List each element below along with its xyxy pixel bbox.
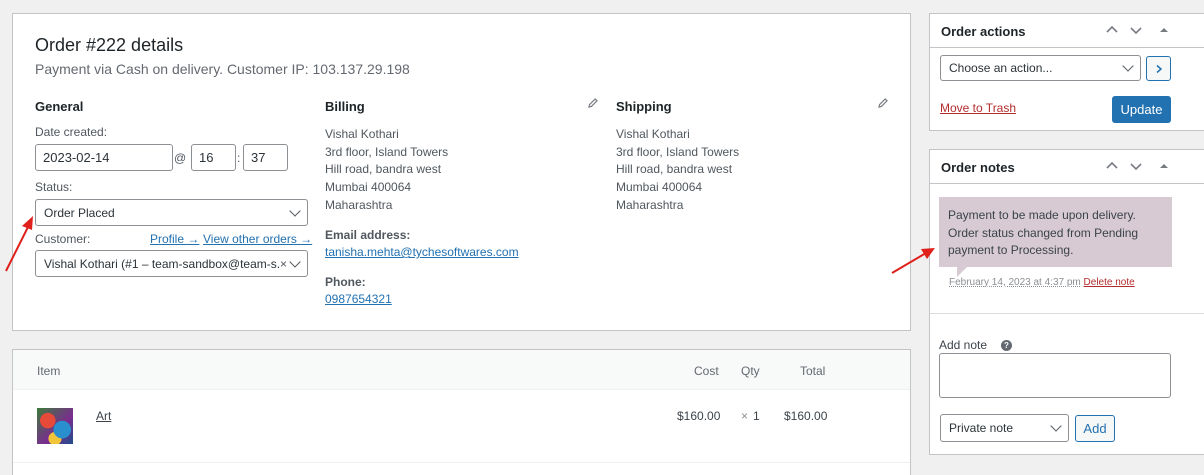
at-symbol: @ (174, 151, 187, 165)
chevron-down-icon (289, 204, 301, 217)
notes-divider (930, 313, 1204, 314)
view-other-orders-link[interactable]: View other orders → (203, 232, 312, 246)
annotation-arrow-icon (891, 248, 935, 274)
order-details-panel: Order #222 details Payment via Cash on d… (12, 13, 911, 331)
order-action-select-value: Choose an action... (949, 61, 1053, 75)
shipping-address: Vishal Kothari 3rd floor, Island Towers … (616, 126, 739, 215)
item-cost: $160.00 (677, 409, 721, 423)
note-meta: February 14, 2023 at 4:37 pm Delete note (949, 277, 1135, 288)
shipping-name: Vishal Kothari (616, 127, 690, 141)
status-select-value: Order Placed (44, 205, 115, 220)
item-thumbnail (37, 408, 73, 444)
update-button[interactable]: Update (1112, 96, 1171, 123)
cost-column-header: Cost (694, 364, 719, 378)
order-actions-box: Order actions Choose an action... Move t… (929, 13, 1204, 131)
order-notes-title: Order notes (941, 160, 1015, 175)
note-type-select[interactable]: Private note (940, 414, 1069, 442)
order-notes-box: Order notes Payment to be made upon deli… (929, 149, 1204, 455)
billing-line1: 3rd floor, Island Towers (325, 144, 449, 159)
order-actions-header: Order actions (930, 14, 1204, 48)
order-notes-header: Order notes (930, 150, 1204, 184)
move-up-icon[interactable] (1105, 159, 1119, 173)
move-up-icon[interactable] (1105, 23, 1119, 37)
shipping-heading: Shipping (616, 99, 672, 114)
note-date: February 14, 2023 at 4:37 pm (949, 277, 1081, 288)
billing-line2: Hill road, bandra west (325, 162, 442, 177)
shipping-line2: Hill road, bandra west (616, 162, 733, 177)
shipping-state: Maharashtra (616, 197, 684, 212)
apply-action-button[interactable] (1146, 56, 1171, 81)
billing-phone-link[interactable]: 0987654321 (325, 292, 392, 306)
total-column-header: Total (800, 364, 826, 378)
customer-label: Customer: (35, 232, 91, 246)
customer-select-value: Vishal Kothari (#1 – team-sandbox@team-s… (44, 256, 280, 271)
hour-input[interactable]: 16 (191, 144, 236, 171)
billing-heading: Billing (325, 99, 365, 114)
phone-label: Phone: (325, 275, 366, 289)
note-type-select-value: Private note (949, 421, 1014, 435)
status-select[interactable]: Order Placed (35, 199, 308, 226)
billing-email-link[interactable]: tanisha.mehta@tychesoftwares.com (325, 245, 519, 259)
annotation-arrow-icon (5, 216, 33, 272)
chevron-down-icon (1122, 60, 1134, 72)
collapse-toggle-icon[interactable] (1157, 23, 1171, 37)
add-note-label: Add note (939, 338, 988, 352)
shipping-city: Mumbai 400064 (616, 180, 703, 195)
clear-customer-icon[interactable]: × (280, 257, 287, 271)
chevron-down-icon (1050, 420, 1062, 432)
item-total: $160.00 (784, 409, 828, 423)
date-created-input[interactable]: 2023-02-14 (35, 144, 173, 171)
item-qty-prefix: × (741, 409, 749, 423)
move-down-icon[interactable] (1129, 23, 1143, 37)
order-action-select[interactable]: Choose an action... (940, 55, 1141, 81)
delete-note-link[interactable]: Delete note (1084, 277, 1135, 288)
date-created-label: Date created: (35, 125, 108, 139)
item-column-header: Item (37, 364, 61, 378)
item-qty: 1 (753, 409, 760, 423)
row-divider (13, 462, 910, 463)
billing-city: Mumbai 400064 (325, 180, 412, 195)
order-items-panel: Item Cost Qty Total Art $160.00 × 1 $160… (12, 349, 911, 475)
edit-shipping-pencil-icon[interactable] (877, 97, 889, 109)
email-label: Email address: (325, 228, 411, 242)
order-actions-title: Order actions (941, 24, 1026, 39)
general-heading: General (35, 99, 84, 114)
move-down-icon[interactable] (1129, 159, 1143, 173)
order-note: Payment to be made upon delivery. Order … (939, 197, 1172, 267)
shipping-line1: 3rd floor, Island Towers (616, 144, 740, 159)
status-label: Status: (35, 180, 73, 194)
chevron-down-icon (289, 255, 301, 268)
order-subtitle: Payment via Cash on delivery. Customer I… (35, 61, 410, 77)
help-icon[interactable]: ? (1001, 340, 1012, 351)
qty-column-header: Qty (741, 364, 760, 378)
billing-address: Vishal Kothari 3rd floor, Island Towers … (325, 126, 448, 215)
edit-billing-pencil-icon[interactable] (587, 97, 599, 109)
move-to-trash-link[interactable]: Move to Trash (940, 101, 1016, 115)
time-separator: : (237, 151, 241, 165)
item-name-link[interactable]: Art (96, 409, 111, 423)
customer-select[interactable]: Vishal Kothari (#1 – team-sandbox@team-s… (35, 250, 308, 277)
add-note-textarea[interactable] (939, 353, 1171, 398)
customer-profile-link[interactable]: Profile → (150, 232, 199, 246)
minute-input[interactable]: 37 (243, 144, 288, 171)
order-title: Order #222 details (35, 35, 184, 55)
add-note-button[interactable]: Add (1075, 415, 1115, 442)
note-bubble-tail (957, 267, 967, 277)
items-table-header: Item Cost Qty Total (13, 350, 910, 390)
collapse-toggle-icon[interactable] (1157, 159, 1171, 173)
billing-name: Vishal Kothari (325, 127, 399, 141)
billing-state: Maharashtra (325, 197, 393, 212)
chevron-right-icon (1156, 64, 1162, 73)
